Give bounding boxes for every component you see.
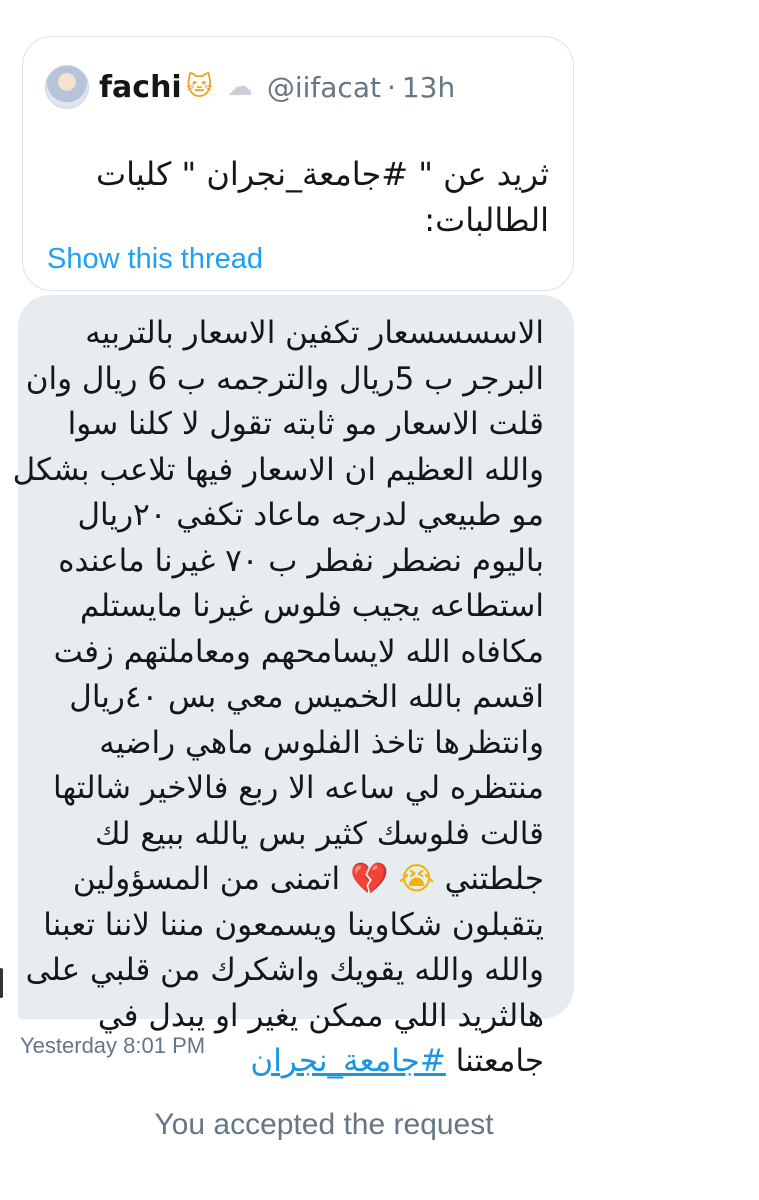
tweet-time: 13h — [401, 70, 456, 104]
message-word: جامعتنا — [455, 1043, 544, 1079]
message-line: البرجر ب 5ريال والترجمه ب 6 ريال وان — [25, 360, 544, 397]
message-line: مكافاه الله لايسامحهم ومعاملتهم زفت — [53, 633, 544, 670]
message-line: باليوم نضطر نفطر ب ٧٠ غيرنا ماعنده — [58, 542, 544, 579]
request-accepted-notice: You accepted the request — [154, 1108, 494, 1141]
cat-emoji-icon: 🐱 — [185, 72, 213, 102]
message-bubble: الاسسسسعار تكفين الاسعار بالتربيه البرجر… — [13, 295, 574, 1079]
avatar[interactable] — [45, 65, 89, 109]
message-text: الاسسسسعار تكفين الاسعار بالتربيه البرجر… — [12, 311, 545, 1085]
message-timestamp: Yesterday 8:01 PM — [20, 1033, 206, 1058]
message-word: جلطتني — [444, 861, 544, 897]
message-line: قلت الاسعار مو ثابته تقول لا كلنا سوا — [67, 406, 544, 442]
hashtag-link[interactable]: #جامعة_نجران — [250, 1043, 445, 1079]
message-phrase: اتمنى من المسؤولين — [72, 861, 341, 897]
quoted-tweet-header: fachi 🐱 ☁ @iifacat · 13h — [45, 59, 455, 115]
quoted-tweet-card[interactable]: fachi 🐱 ☁ @iifacat · 13h ثريد عن " #جامع… — [22, 36, 574, 291]
separator-dot: · — [386, 70, 396, 104]
message-line: مو طبيعي لدرجه ماعاد تكفي ٢٠ريال — [77, 497, 545, 533]
message-line: منتظره لي ساعه الا ربع فالاخير شالتها — [53, 770, 544, 806]
message-line: وانتظرها تاخذ الفلوس ماهي راضيه — [99, 724, 544, 761]
message-line: اقسم بالله الخميس معي بس ٤٠ريال — [69, 679, 544, 715]
user-handle: @iifacat — [266, 70, 381, 104]
quoted-tweet-text: ثريد عن " #جامعة_نجران " كليات الطالبات: — [95, 155, 549, 239]
message-line: يتقبلون شكاوينا ويسمعون مننا لاننا تعبنا — [43, 906, 544, 943]
message-line: الاسسسسعار تكفين الاسعار بالتربيه — [85, 315, 544, 351]
crying-face-emoji-icon: 😭 — [398, 861, 435, 897]
message-line: استطاعه يجيب فلوس غيرنا مايستلم — [79, 588, 544, 624]
scroll-edge-indicator — [0, 968, 6, 998]
message-line: قالت فلوسك كثير بس يالله ببيع لك — [94, 815, 544, 852]
display-name: fachi — [99, 69, 182, 105]
message-line-with-emoji: جلطتني 😭 💔 اتمنى من المسؤولين — [40, 857, 544, 903]
cloud-emoji-icon: ☁ — [226, 72, 253, 102]
show-thread-link[interactable]: Show this thread — [47, 243, 263, 276]
message-line: والله والله يقويك واشكرك من قلبي على — [25, 952, 544, 988]
message-line: والله العظيم ان الاسعار فيها تلاعب بشكل — [12, 451, 544, 488]
broken-heart-emoji-icon: 💔 — [350, 861, 389, 897]
